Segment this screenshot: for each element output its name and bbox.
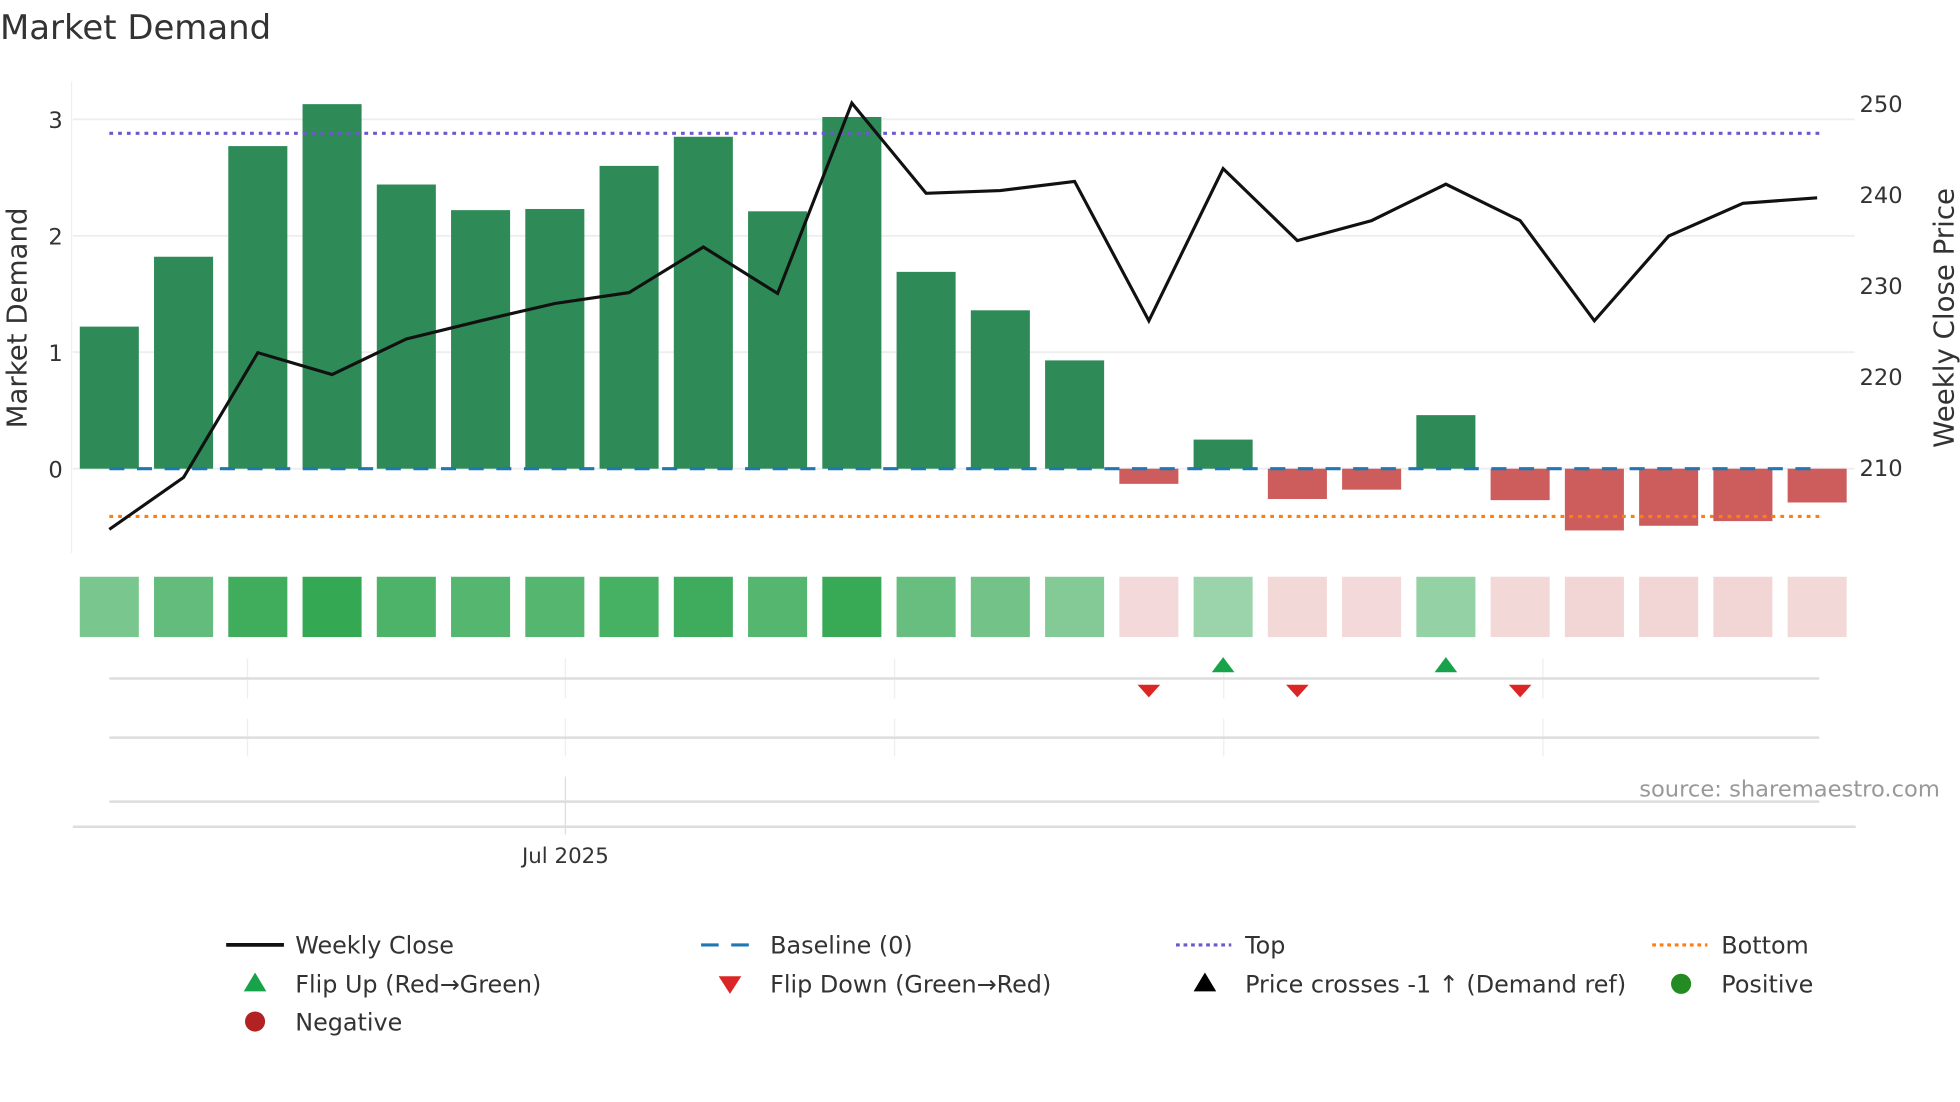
chart-title: Market Demand [0,8,271,47]
demand-heat-cell [451,576,511,638]
demand-heat-cell [970,576,1030,638]
legend-circle-icon [1671,973,1692,994]
demand-heat-cell [673,576,733,638]
flip-down-marker [1508,684,1532,698]
demand-heat-cell [302,576,362,638]
legend-label: Negative [295,1008,402,1036]
demand-heat-cell [525,576,585,638]
demand-heat-cell [1787,576,1847,638]
demand-heat-cell [228,576,288,638]
demand-heat-cell [1193,576,1253,638]
demand-bar [822,116,882,469]
demand-bar [1564,468,1624,531]
legend-triangle-up-icon [243,972,267,992]
y2-tick-label: 220 [1859,365,1902,391]
y2-tick-label: 240 [1859,183,1902,209]
flip-down-marker [1286,684,1309,698]
legend-triangle-up-icon [1193,972,1217,992]
legend-label: Positive [1721,971,1813,999]
demand-heat-cell [599,576,659,638]
demand-bar [599,165,659,469]
demand-heat-cell [1342,576,1402,638]
y-tick-label: 2 [48,225,62,251]
legend: Weekly Close Baseline (0) Top Bottom Flip Up… [226,932,1813,1036]
demand-bar [451,210,511,469]
demand-heat-cell [1490,576,1550,638]
demand-heat-cell [896,576,956,638]
demand-heat-cell [1267,576,1327,638]
legend-label: Top [1244,932,1285,960]
demand-bar [1490,468,1550,501]
demand-heat-cell [1045,576,1105,638]
demand-bar [228,146,288,469]
flip-up-marker [1434,657,1458,673]
demand-bar [154,256,214,469]
y2-tick-label: 210 [1859,456,1902,482]
y2-tick-label: 230 [1859,274,1902,300]
legend-label: Baseline (0) [770,932,913,960]
y-tick-label: 0 [48,458,62,484]
demand-heat-cell [154,576,214,638]
market-demand-chart: Market Demand 0 1 2 3 210 220 230 240 250 Market… [0,8,1960,1036]
x-tick-label: Jul 2025 [520,844,609,869]
demand-bar [1267,468,1327,499]
demand-heat-cell [1119,576,1179,638]
demand-bar [376,184,436,469]
legend-label: Flip Down (Green→Red) [770,971,1051,999]
legend-label: Price crosses -1 ↑ (Demand ref) [1245,971,1626,999]
demand-heat-cell [1639,576,1699,638]
y-tick-label: 1 [48,341,62,367]
legend-label: Flip Up (Red→Green) [295,971,541,999]
demand-bar [970,310,1030,469]
demand-heat-cell [376,576,436,638]
demand-bar [79,326,139,469]
y2-tick-label: 250 [1859,92,1902,118]
demand-heat-cell [1416,576,1476,638]
demand-heat-cell [748,576,808,638]
demand-bar [1713,468,1773,522]
demand-bar [673,136,733,469]
legend-label: Weekly Close [295,932,454,960]
y-tick-label: 3 [48,108,62,134]
demand-bar [302,104,362,469]
source-credit: source: sharemaestro.com [1639,777,1940,803]
demand-bar [1787,468,1847,503]
demand-bar [1119,468,1179,484]
demand-bar [1193,439,1253,469]
legend-label: Bottom [1721,932,1809,960]
y-axis-label: Market Demand [0,207,33,428]
demand-bar [1416,415,1476,469]
demand-heat-cell [1713,576,1773,638]
flip-down-marker [1137,684,1161,698]
demand-bar [748,211,808,469]
demand-bar [1045,360,1105,469]
flip-up-marker [1211,657,1235,673]
legend-triangle-down-icon [718,976,742,994]
demand-bar [1342,468,1402,490]
y2-axis-label: Weekly Close Price [1928,188,1960,448]
demand-bar [525,208,585,469]
demand-bar [896,271,956,469]
legend-circle-icon [245,1011,266,1032]
demand-heat-cell [1564,576,1624,638]
weekly-close-line [108,100,1818,531]
demand-heat-cell [79,576,139,638]
demand-heat-cell [822,576,882,638]
